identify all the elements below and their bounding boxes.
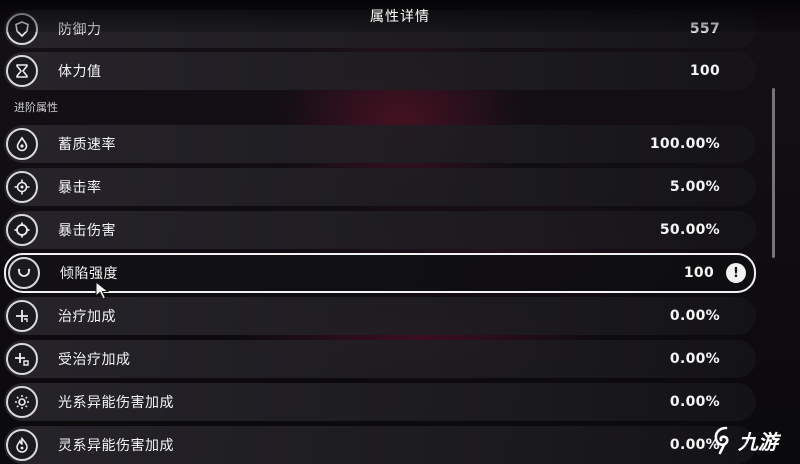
mouse-cursor-icon	[95, 281, 110, 300]
page-title: 属性详情	[370, 9, 430, 25]
target-icon	[6, 214, 38, 246]
crosshair-icon	[6, 171, 38, 203]
attribute-value: 0.00%	[669, 394, 720, 410]
attribute-row-spirit-damage-bonus[interactable]: 灵系异能伤害加成 0.00%	[4, 426, 756, 464]
attribute-row-light-damage-bonus[interactable]: 光系异能伤害加成 0.00%	[4, 383, 756, 421]
flame-icon	[6, 429, 38, 461]
attribute-value: 5.00%	[669, 179, 720, 195]
watermark: 九游	[712, 422, 778, 458]
attribute-value: 50.00%	[659, 222, 720, 238]
watermark-text: 九游	[738, 429, 778, 454]
attribute-row-stamina[interactable]: 体力值 100	[4, 52, 756, 90]
hourglass-icon	[6, 55, 38, 87]
watermark-logo-icon	[714, 426, 729, 455]
sun-icon	[6, 386, 38, 418]
title-bar: 属性详情	[0, 0, 800, 32]
attribute-label: 倾陷强度	[60, 266, 118, 282]
attribute-label: 灵系异能伤害加成	[58, 438, 174, 454]
smile-arc-icon	[8, 257, 40, 289]
attribute-label: 治疗加成	[58, 309, 116, 325]
scrollbar[interactable]	[772, 88, 775, 258]
attribute-row-received-healing[interactable]: 受治疗加成 0.00%	[4, 340, 756, 378]
section-title-advanced: 进阶属性	[14, 101, 58, 114]
receive-heal-icon	[6, 343, 38, 375]
attribute-label: 暴击伤害	[58, 223, 116, 239]
attribute-label: 暴击率	[58, 180, 102, 196]
attribute-label: 蓄质速率	[58, 137, 116, 153]
attribute-value: 0.00%	[669, 351, 720, 367]
attribute-value: 100	[689, 63, 720, 79]
info-alert-icon[interactable]: !	[726, 263, 746, 283]
attribute-value: 100.00%	[649, 136, 720, 152]
attribute-row-charge-rate[interactable]: 蓄质速率 100.00%	[4, 125, 756, 163]
attribute-value: 0.00%	[669, 308, 720, 324]
attribute-row-crit-rate[interactable]: 暴击率 5.00%	[4, 168, 756, 206]
attribute-row-break-strength[interactable]: 倾陷强度 100 !	[4, 253, 756, 293]
attribute-label: 体力值	[58, 64, 102, 80]
drop-icon	[6, 128, 38, 160]
attribute-row-crit-damage[interactable]: 暴击伤害 50.00%	[4, 211, 756, 249]
heal-plus-icon	[6, 300, 38, 332]
attribute-row-healing-bonus[interactable]: 治疗加成 0.00%	[4, 297, 756, 335]
attribute-label: 光系异能伤害加成	[58, 395, 174, 411]
attribute-list[interactable]: 防御力 557 体力值 100 进阶属性 蓄质速率 100.00% 暴击率 5.…	[0, 0, 800, 464]
attribute-value: 100	[683, 265, 714, 281]
attribute-label: 受治疗加成	[58, 352, 131, 368]
